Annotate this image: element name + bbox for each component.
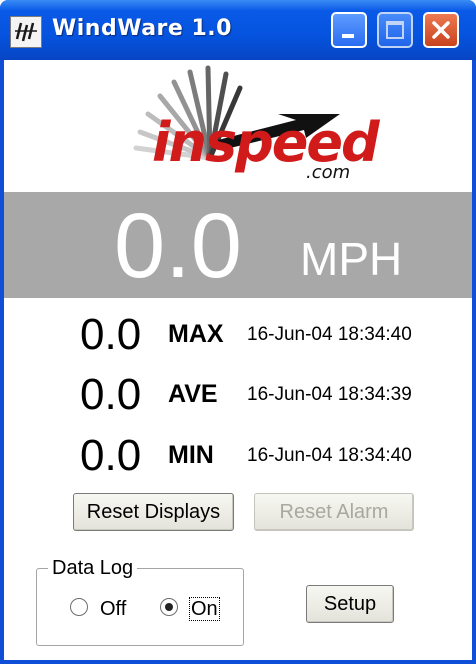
data-log-off-label[interactable]: Off (100, 599, 126, 619)
maximize-icon (386, 21, 404, 39)
max-timestamp: 16-Jun-04 18:34:40 (247, 324, 412, 345)
reset-alarm-button[interactable]: Reset Alarm (254, 493, 414, 531)
close-button[interactable] (423, 12, 459, 48)
window-title: WindWare 1.0 (52, 16, 232, 41)
reset-displays-button[interactable]: Reset Displays (73, 493, 234, 531)
data-log-off-radio[interactable] (70, 598, 88, 616)
minimize-icon (342, 34, 354, 38)
maximize-button[interactable] (377, 12, 413, 48)
current-speed-value: 0.0 (114, 195, 242, 297)
min-speed-value: 0.0 (80, 431, 142, 480)
windware-app-icon[interactable] (10, 16, 42, 48)
max-label: MAX (168, 320, 224, 348)
min-label: MIN (168, 441, 214, 469)
radio-selected-dot (165, 603, 173, 611)
ave-timestamp: 16-Jun-04 18:34:39 (247, 384, 412, 405)
ave-speed-value: 0.0 (80, 370, 142, 419)
data-log-on-radio[interactable] (160, 598, 178, 616)
min-timestamp: 16-Jun-04 18:34:40 (247, 445, 412, 466)
setup-button[interactable]: Setup (306, 585, 394, 623)
close-icon (432, 21, 450, 39)
ave-label: AVE (168, 380, 218, 408)
data-log-legend: Data Log (48, 558, 138, 578)
minimize-button[interactable] (331, 12, 367, 48)
speed-unit-label: MPH (300, 233, 403, 285)
max-speed-value: 0.0 (80, 310, 142, 359)
data-log-on-label[interactable]: On (189, 597, 220, 621)
title-bar[interactable]: WindWare 1.0 (0, 0, 476, 60)
logo-domain-text: .com (306, 162, 351, 183)
